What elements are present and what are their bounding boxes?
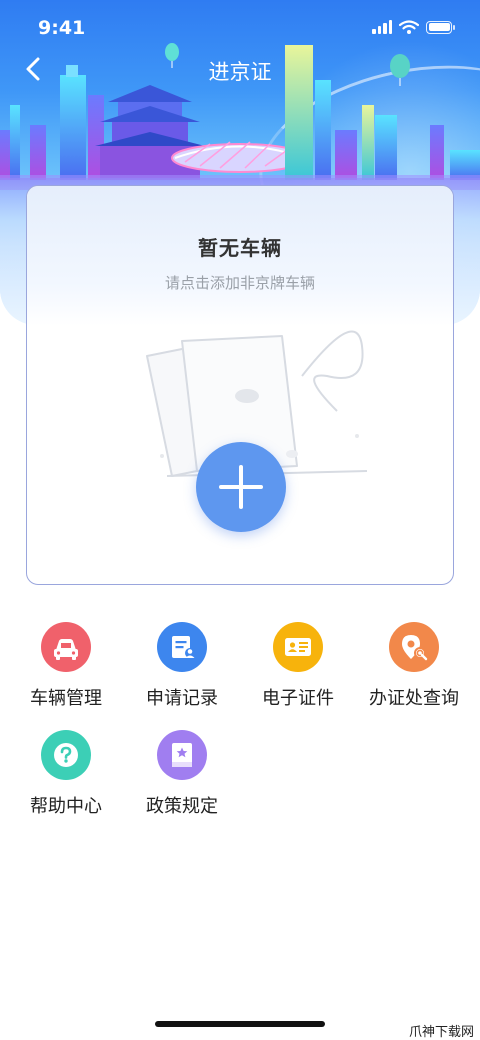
menu-item-vehicle-management[interactable]: 车辆管理 [6, 622, 126, 710]
page-title: 进京证 [208, 60, 272, 84]
home-indicator[interactable] [155, 1021, 325, 1027]
menu-label: 办证处查询 [369, 688, 459, 709]
menu-label: 电子证件 [262, 688, 334, 709]
add-vehicle-button[interactable] [196, 442, 286, 532]
menu-item-office-query[interactable]: 办证处查询 [354, 622, 474, 710]
help-icon [41, 730, 91, 780]
id-card-icon [273, 622, 323, 672]
menu-label: 政策规定 [146, 796, 218, 817]
menu-label: 申请记录 [146, 688, 218, 709]
cellular-signal-icon [372, 20, 392, 34]
menu-item-help-center[interactable]: 帮助中心 [6, 730, 126, 818]
wifi-icon [399, 20, 419, 34]
document-user-icon [157, 622, 207, 672]
empty-vehicle-hint: 请点击添加非京牌车辆 [164, 274, 315, 292]
battery-icon [426, 20, 455, 34]
menu-item-electronic-certificate[interactable]: 电子证件 [238, 622, 358, 710]
status-icons [372, 20, 455, 34]
status-bar: 9:41 [0, 0, 480, 56]
menu-label: 车辆管理 [30, 688, 102, 709]
menu-item-application-records[interactable]: 申请记录 [122, 622, 242, 710]
empty-vehicle-title: 暂无车辆 [198, 236, 282, 260]
policy-book-icon [157, 730, 207, 780]
vehicle-card: 暂无车辆 请点击添加非京牌车辆 [26, 185, 454, 585]
car-icon [41, 622, 91, 672]
watermark-text: 爪神下载网 [408, 1025, 474, 1040]
location-search-icon [389, 622, 439, 672]
menu-item-policy[interactable]: 政策规定 [122, 730, 242, 818]
menu-label: 帮助中心 [30, 796, 102, 817]
status-time: 9:41 [38, 17, 86, 39]
